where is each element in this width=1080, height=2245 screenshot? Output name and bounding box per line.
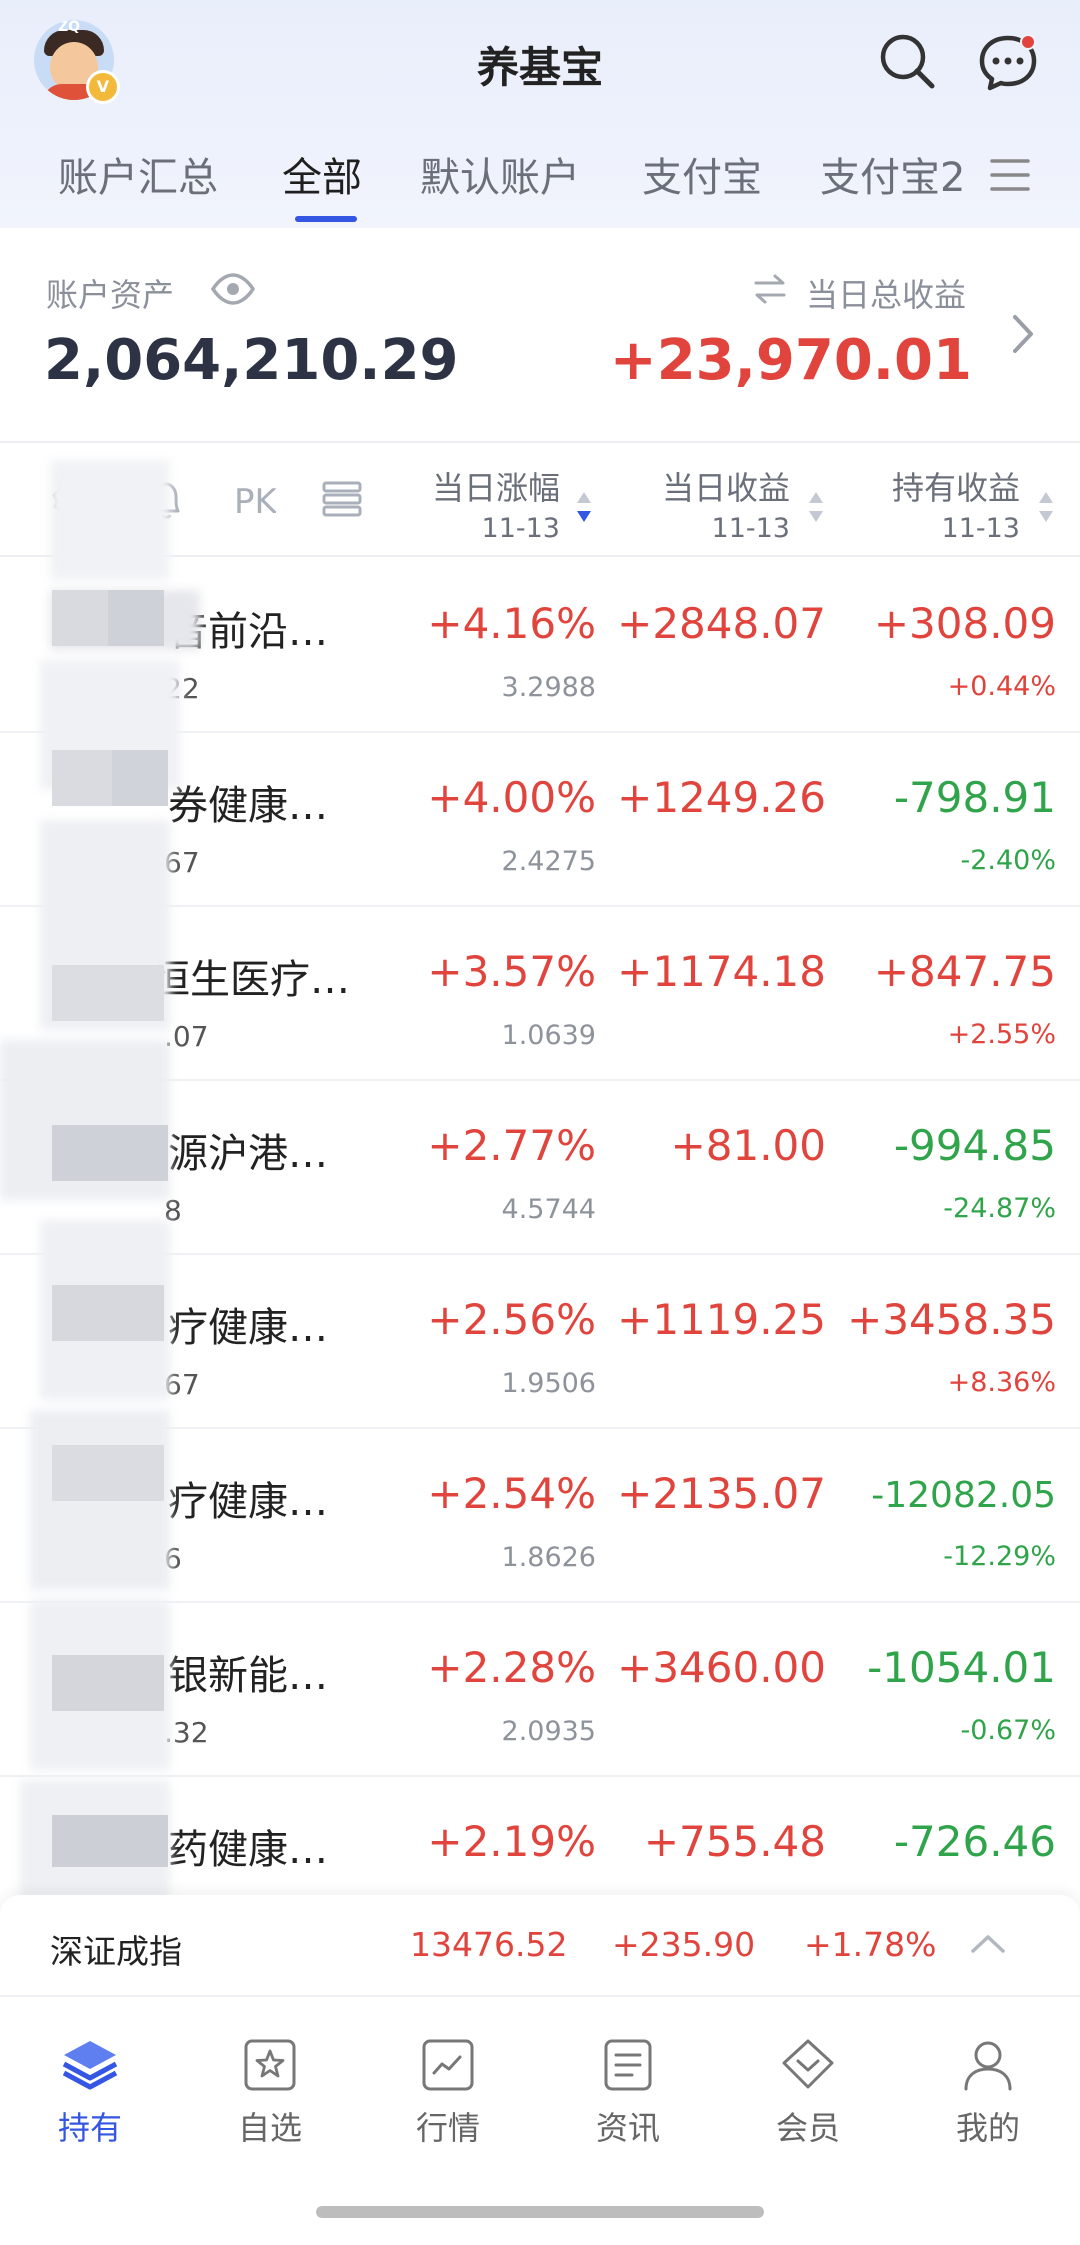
fund-hold-profit: -994.85: [893, 1121, 1056, 1170]
account-tabs: 账户汇总 全部 默认账户 支付宝 支付宝2: [0, 145, 1080, 215]
diamond-icon: [782, 2039, 834, 2089]
index-change: +235.90: [612, 1925, 756, 1964]
message-icon[interactable]: [976, 30, 1040, 94]
assets-label: 账户资产: [46, 276, 175, 314]
nav-market[interactable]: 行情: [388, 2037, 508, 2149]
fund-nav: 2.0935: [501, 1716, 596, 1747]
fund-hold-profit: -726.46: [893, 1817, 1056, 1866]
fund-daily-change: +2.56%: [427, 1295, 596, 1344]
list-icon[interactable]: [320, 477, 364, 521]
nav-news-label: 资讯: [595, 2109, 660, 2147]
col-daily-change[interactable]: 当日涨幅 11-13: [432, 463, 560, 544]
fund-daily-change: +2.77%: [427, 1121, 596, 1170]
user-icon: [964, 2041, 1012, 2091]
tab-all[interactable]: 全部: [282, 145, 362, 203]
fund-daily-change: +2.19%: [427, 1817, 596, 1866]
sort-desc-icon[interactable]: [574, 487, 594, 527]
home-indicator[interactable]: [316, 2206, 764, 2218]
index-ticker[interactable]: 深证成指 13476.52 +235.90 +1.78%: [0, 1895, 1080, 1995]
fund-hold-profit: -1054.01: [867, 1643, 1056, 1692]
fund-hold-pct: -0.67%: [960, 1715, 1056, 1746]
fund-daily-change: +4.16%: [427, 599, 596, 648]
fund-daily-change: +4.00%: [427, 773, 596, 822]
nav-market-label: 行情: [415, 2109, 480, 2147]
daily-profit-label: 当日总收益: [806, 276, 967, 314]
fund-daily-change: +3.57%: [427, 947, 596, 996]
col-daily-change-date: 11-13: [481, 513, 560, 544]
fund-hold-pct: -12.29%: [943, 1541, 1056, 1572]
privacy-mosaic: [0, 460, 230, 1920]
layers-icon: [62, 2041, 118, 2090]
tab-alipay[interactable]: 支付宝: [642, 145, 762, 203]
index-name: 深证成指: [50, 1932, 182, 1971]
menu-icon[interactable]: [990, 155, 1030, 195]
tab-alipay2[interactable]: 支付宝2: [820, 145, 965, 203]
fund-daily-change: +2.54%: [427, 1469, 596, 1518]
nav-watchlist-label: 自选: [237, 2109, 302, 2147]
chevron-up-icon[interactable]: [970, 1933, 1006, 1955]
col-hold-profit-label: 持有收益: [891, 469, 1020, 507]
col-daily-profit-date: 11-13: [711, 513, 790, 544]
eye-icon[interactable]: [210, 272, 256, 310]
chevron-right-icon[interactable]: [1010, 312, 1036, 360]
fund-daily-change: +2.28%: [427, 1643, 596, 1692]
col-daily-change-label: 当日涨幅: [431, 469, 560, 507]
star-icon: [244, 2039, 296, 2091]
chart-icon: [422, 2039, 474, 2091]
swap-icon[interactable]: [754, 274, 786, 308]
tab-active-indicator: [295, 216, 357, 222]
avatar-text: ZQ: [58, 20, 81, 35]
nav-member[interactable]: 会员: [748, 2037, 868, 2149]
fund-hold-pct: +0.44%: [947, 671, 1056, 702]
fund-hold-profit: +3458.35: [847, 1295, 1056, 1344]
col-hold-profit-date: 11-13: [941, 513, 1020, 544]
fund-daily-profit: +2135.07: [617, 1469, 826, 1518]
fund-nav: 1.8626: [501, 1542, 596, 1573]
fund-daily-profit: +1249.26: [617, 773, 826, 822]
tab-default-account[interactable]: 默认账户: [420, 145, 580, 203]
nav-watchlist[interactable]: 自选: [210, 2037, 330, 2149]
sort-icon[interactable]: [1036, 487, 1056, 527]
search-icon[interactable]: [876, 30, 940, 94]
fund-daily-profit: +2848.07: [617, 599, 826, 648]
svg-text:PK: PK: [234, 482, 276, 521]
account-summary: 账户资产 2,064,210.29 当日总收益 +23,970.01: [0, 228, 1080, 443]
col-daily-profit-label: 当日收益: [661, 469, 790, 507]
fund-hold-profit: -12082.05: [871, 1475, 1056, 1516]
fund-daily-profit: +1119.25: [617, 1295, 826, 1344]
sort-icon[interactable]: [806, 487, 826, 527]
nav-holdings[interactable]: 持有: [30, 2037, 150, 2149]
fund-hold-pct: +2.55%: [947, 1019, 1056, 1050]
index-value: 13476.52: [410, 1925, 568, 1964]
fund-hold-pct: -24.87%: [943, 1193, 1056, 1224]
pk-icon[interactable]: PK: [232, 477, 279, 522]
nav-news[interactable]: 资讯: [568, 2037, 688, 2149]
tab-account-summary[interactable]: 账户汇总: [58, 145, 218, 203]
nav-profile-label: 我的: [955, 2109, 1020, 2147]
fund-hold-profit: +308.09: [873, 599, 1056, 648]
fund-nav: 4.5744: [501, 1194, 596, 1225]
fund-hold-profit: -798.91: [893, 773, 1056, 822]
fund-hold-pct: -2.40%: [960, 845, 1056, 876]
nav-holdings-label: 持有: [57, 2109, 122, 2147]
fund-hold-pct: +8.36%: [947, 1367, 1056, 1398]
top-bar: ZQ V 养基宝 账户汇总 全部 默认账户 支付宝 支付宝2: [0, 0, 1080, 228]
fund-daily-profit: +755.48: [643, 1817, 826, 1866]
fund-nav: 1.9506: [501, 1368, 596, 1399]
fund-nav: 2.4275: [501, 846, 596, 877]
assets-value: 2,064,210.29: [44, 328, 459, 393]
nav-member-label: 会员: [775, 2109, 840, 2147]
nav-profile[interactable]: 我的: [928, 2037, 1048, 2149]
index-pct: +1.78%: [804, 1925, 937, 1964]
col-hold-profit[interactable]: 持有收益 11-13: [892, 463, 1020, 544]
fund-daily-profit: +81.00: [670, 1121, 826, 1170]
fund-daily-profit: +3460.00: [617, 1643, 826, 1692]
fund-nav: 1.0639: [501, 1020, 596, 1051]
col-daily-profit[interactable]: 当日收益 11-13: [662, 463, 790, 544]
daily-profit-value: +23,970.01: [609, 328, 972, 393]
fund-nav: 3.2988: [501, 672, 596, 703]
fund-hold-profit: +847.75: [873, 947, 1056, 996]
fund-daily-profit: +1174.18: [617, 947, 826, 996]
news-icon: [604, 2039, 652, 2091]
